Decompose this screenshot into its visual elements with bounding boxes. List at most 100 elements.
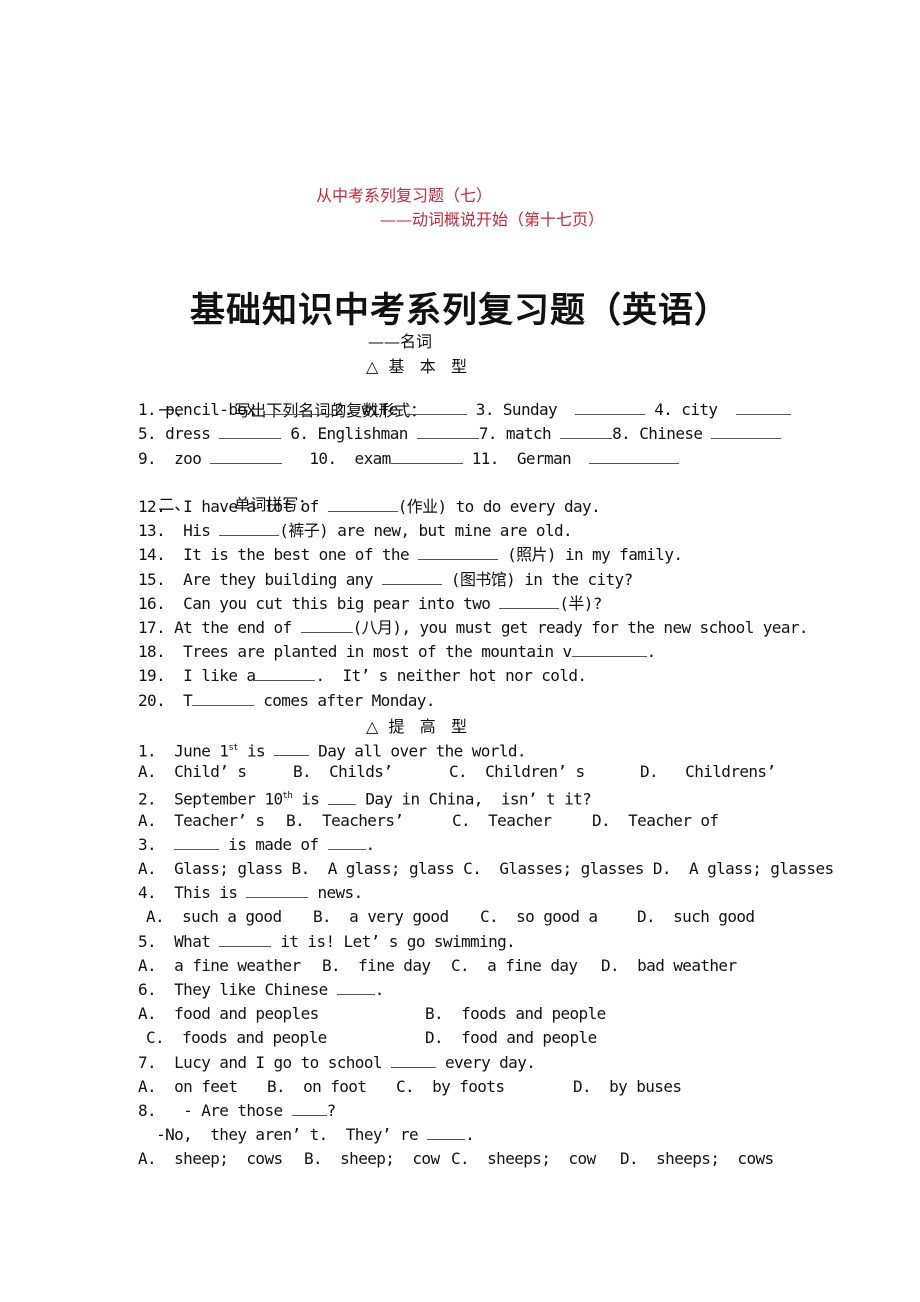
answer-option[interactable]: C. foods and people [146, 1027, 327, 1049]
spelling-item: 18. Trees are planted in most of the mou… [138, 641, 656, 663]
answer-blank[interactable] [174, 835, 220, 850]
answer-option[interactable]: B. Childs’ [293, 761, 393, 783]
stem-text: 7. Lucy and I go to school [138, 1052, 391, 1072]
stem-text: is made of [219, 834, 328, 854]
answer-option[interactable]: C. sheeps; cow [451, 1148, 596, 1170]
answer-option[interactable]: B. on foot [267, 1076, 367, 1098]
answer-blank[interactable] [735, 400, 791, 415]
series-note-line1: 从中考系列复习题（七） [316, 186, 493, 205]
answer-option[interactable]: A. on feet [138, 1076, 238, 1098]
answer-blank[interactable] [246, 883, 309, 899]
stem-text: is [237, 741, 275, 761]
question-stem: 2. September 10th is Day in China, isn’ … [138, 785, 592, 809]
item-text: 14. It is the best one of the [138, 545, 419, 565]
stem-text: 1. June 1 [138, 741, 229, 761]
answer-option[interactable]: C. Children’ s [449, 761, 585, 783]
spelling-item: 14. It is the best one of the (照片) in my… [138, 544, 683, 566]
answer-option[interactable]: C. Teacher [452, 810, 552, 832]
question-stem: 8. - Are those ? [138, 1100, 336, 1122]
item-text: 18. Trees are planted in most of the mou… [138, 642, 572, 662]
item-text: . [646, 642, 657, 662]
answer-blank[interactable] [381, 570, 442, 585]
item-text: 8. Chinese [612, 424, 712, 443]
answer-option[interactable]: D. bad weather [601, 955, 737, 977]
item-text: 5. dress [138, 424, 220, 443]
answer-blank[interactable] [589, 449, 680, 464]
section-basic-heading: △ 基 本 型 [366, 357, 467, 376]
answer-blank[interactable] [327, 497, 398, 512]
answer-blank[interactable] [499, 594, 560, 609]
item-text: 20. T [138, 690, 193, 710]
spelling-item: 17. At the end of (八月), you must get rea… [138, 617, 809, 639]
answer-blank[interactable] [336, 980, 375, 995]
answer-blank[interactable] [219, 932, 272, 947]
answer-blank[interactable] [328, 790, 357, 805]
answer-blank[interactable] [274, 741, 310, 757]
answer-blank[interactable] [711, 424, 782, 439]
answer-option[interactable]: B. foods and people [425, 1003, 606, 1025]
answer-option[interactable]: A. sheep; cows [138, 1148, 283, 1170]
answer-blank[interactable] [327, 835, 366, 850]
answer-option[interactable]: A. such a good [146, 906, 282, 928]
answer-blank[interactable] [264, 400, 335, 415]
options-row: A. Glass; glass B. A glass; glass C. Gla… [138, 858, 834, 880]
answer-option[interactable]: A. Child’ s [138, 761, 247, 783]
answer-option[interactable]: C. a fine day [451, 955, 578, 977]
answer-blank[interactable] [300, 618, 353, 633]
series-note-line2: ——动词概说开始（第十七页） [380, 210, 605, 229]
answer-blank[interactable] [575, 400, 646, 415]
answer-blank[interactable] [255, 666, 316, 682]
answer-option[interactable]: A. Glass; glass B. A glass; glass C. Gla… [138, 859, 834, 878]
answer-blank[interactable] [418, 545, 499, 561]
part1-row-3: 9. zoo 10. exam 11. German [138, 448, 680, 470]
answer-blank[interactable] [291, 1101, 327, 1116]
answer-option[interactable]: A. food and peoples [138, 1003, 319, 1025]
stem-text: 8. - Are those [138, 1101, 292, 1120]
answer-option[interactable]: B. Teachers’ [286, 810, 404, 832]
answer-blank[interactable] [406, 400, 467, 415]
answer-blank[interactable] [390, 1053, 436, 1068]
answer-option[interactable]: D. Childrens’ [640, 761, 776, 783]
part1-row-1: 1. pencil-box 2. wife 3. Sunday 4. city [138, 399, 791, 421]
answer-option[interactable]: D. sheeps; cows [620, 1148, 774, 1170]
answer-option[interactable]: B. a very good [313, 906, 449, 928]
answer-blank[interactable] [560, 424, 613, 439]
item-text: 13. His [138, 521, 220, 541]
superscript: th [282, 791, 293, 802]
stem-text: Day in China, isn’ t it? [356, 789, 592, 809]
question-stem: 7. Lucy and I go to school every day. [138, 1052, 536, 1074]
item-text: 3. Sunday [475, 400, 576, 419]
page-title: 基础知识中考系列复习题（英语） [189, 291, 730, 331]
answer-blank[interactable] [192, 691, 255, 706]
answer-blank[interactable] [390, 449, 463, 464]
answer-blank[interactable] [416, 424, 479, 439]
answer-option[interactable]: A. a fine weather [138, 955, 301, 977]
item-text: 19. I like a [138, 666, 256, 686]
answer-blank[interactable] [219, 424, 282, 439]
stem-text: 6. They like Chinese [138, 980, 337, 999]
answer-option[interactable]: D. food and people [425, 1027, 597, 1049]
answer-option[interactable]: D. Teacher of [592, 810, 719, 832]
superscript: st [228, 743, 238, 753]
stem-text: 5. What [138, 931, 220, 951]
answer-option[interactable]: D. by buses [573, 1076, 682, 1098]
answer-option[interactable]: D. such good [637, 906, 755, 928]
answer-blank[interactable] [219, 521, 280, 537]
page-subtitle: ——名词 [368, 332, 433, 351]
answer-blank[interactable] [427, 1125, 466, 1141]
answer-option[interactable]: C. so good a [480, 906, 598, 928]
answer-option[interactable]: B. fine day [322, 955, 431, 977]
answer-blank[interactable] [210, 449, 283, 464]
stem-text: . [465, 1125, 475, 1145]
answer-blank[interactable] [571, 642, 647, 658]
item-text: 15. Are they building any [138, 569, 382, 589]
item-text: (裤子) are new, but mine are old. [279, 521, 573, 541]
stem-text: it is! Let’ s go swimming. [271, 931, 516, 951]
section-advanced-heading: △ 提 高 型 [366, 717, 467, 736]
answer-option[interactable]: A. Teacher’ s [138, 810, 265, 832]
answer-option[interactable]: B. sheep; cow [304, 1148, 440, 1170]
item-text: 17. At the end of [138, 618, 301, 637]
item-text: (作业) to do every day. [397, 497, 601, 516]
answer-option[interactable]: C. by foots [396, 1076, 505, 1098]
stem-text: every day. [435, 1052, 536, 1072]
